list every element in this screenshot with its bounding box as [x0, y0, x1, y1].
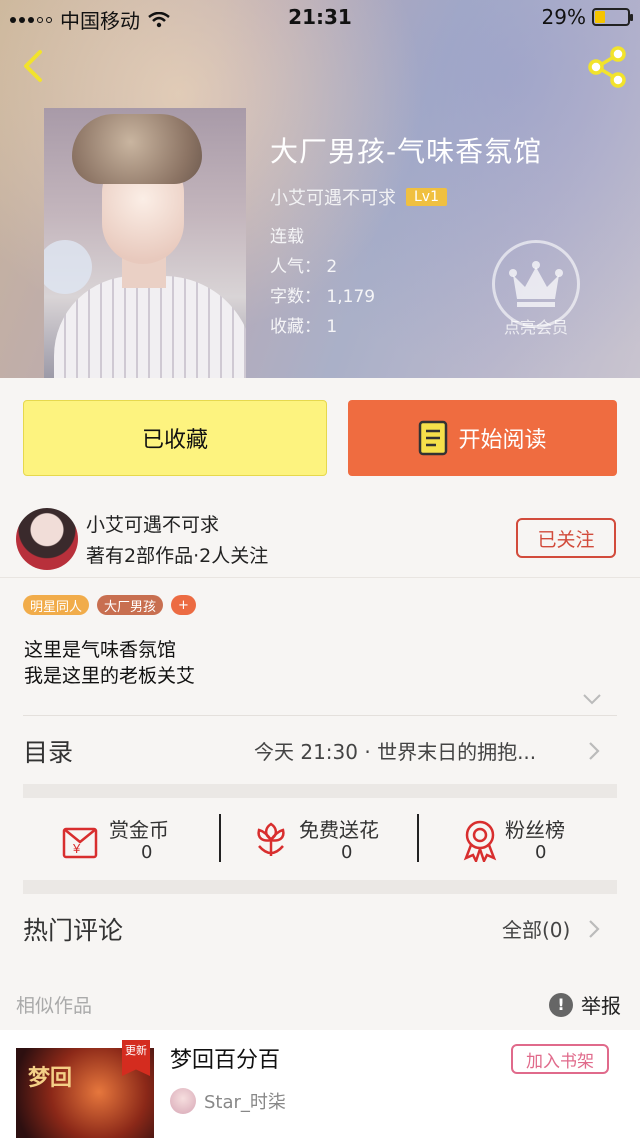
red-envelope-icon: ¥ [62, 827, 98, 859]
divider [417, 814, 419, 862]
send-flowers[interactable]: 免费送花 0 [251, 812, 421, 872]
chevron-down-icon[interactable] [582, 692, 602, 706]
support-stats: ¥ 赏金币 0 免费送花 0 粉丝榜 0 [23, 800, 617, 880]
collected-button[interactable]: 已收藏 [23, 400, 327, 476]
tag-factory-boys[interactable]: 大厂男孩 [97, 595, 164, 615]
toc-label[interactable]: 目录 [23, 733, 73, 769]
book-cover[interactable] [44, 108, 246, 378]
report-label: 举报 [581, 994, 621, 1018]
send-flowers-count: 0 [341, 842, 353, 863]
add-to-shelf-label: 加入书架 [526, 1051, 594, 1072]
similar-book-author[interactable]: Star_时柒 [170, 1088, 286, 1114]
fan-ranking-count: 0 [535, 842, 547, 863]
warning-icon: ! [549, 992, 573, 1017]
report-button[interactable]: ! 举报 [549, 990, 621, 1019]
fan-ranking[interactable]: 粉丝榜 0 [461, 812, 611, 872]
send-flowers-label: 免费送花 [299, 818, 379, 842]
chevron-right-icon[interactable] [587, 918, 601, 940]
avatar [170, 1088, 196, 1114]
hot-comments-label: 热门评论 [23, 916, 124, 945]
reward-coins-count: 0 [141, 842, 153, 863]
avatar[interactable] [16, 508, 78, 570]
followed-button[interactable]: 已关注 [516, 518, 616, 558]
similar-author-name: Star_时柒 [204, 1092, 286, 1113]
reward-coins-label: 赏金币 [109, 818, 169, 842]
add-to-shelf-button[interactable]: 加入书架 [511, 1044, 609, 1074]
all-comments-link[interactable]: 全部(0) [502, 914, 570, 943]
status-bar: 中国移动 21:31 29% [0, 0, 640, 34]
reward-coins[interactable]: ¥ 赏金币 0 [61, 812, 211, 872]
battery-percent: 29% [541, 5, 586, 29]
followed-label: 已关注 [537, 528, 595, 551]
section-separator [23, 880, 617, 894]
cover-title-art: 梦回 [28, 1066, 73, 1091]
fan-ranking-label: 粉丝榜 [505, 818, 565, 842]
book-author[interactable]: 小艾可遇不可求 [270, 184, 396, 210]
add-tag-button[interactable]: + [171, 595, 196, 615]
vip-label: 点亮会员 [503, 318, 568, 337]
flower-icon [257, 822, 285, 856]
similar-book-title[interactable]: 梦回百分百 [170, 1042, 280, 1074]
battery-icon [592, 8, 633, 26]
author-name[interactable]: 小艾可遇不可求 [86, 510, 219, 537]
description-line: 我是这里的老板关艾 [24, 665, 196, 687]
similar-works-label: 相似作品 [16, 995, 93, 1017]
section-separator [23, 784, 617, 798]
description-line: 这里是气味香氛馆 [24, 639, 177, 661]
divider [23, 715, 617, 716]
svg-text:¥: ¥ [72, 841, 81, 856]
book-icon [419, 420, 448, 456]
tag-list: 明星同人 大厂男孩 + [23, 595, 196, 615]
book-title: 大厂男孩-气味香氛馆 [270, 135, 543, 168]
chevron-right-icon[interactable] [587, 740, 601, 762]
tag-star-fanfic[interactable]: 明星同人 [23, 595, 90, 615]
collected-label: 已收藏 [141, 428, 208, 453]
similar-book-item[interactable]: 梦回 更新 梦回百分百 Star_时柒 加入书架 [0, 1030, 640, 1138]
author-works: 著有2部作品·2人关注 [86, 545, 269, 567]
start-reading-button[interactable]: 开始阅读 [348, 400, 617, 476]
book-header: 中国移动 21:31 29% 大厂男孩-气味香氛馆 小艾可遇不可求 Lv1 连载… [0, 0, 640, 378]
medal-icon [463, 820, 497, 862]
share-icon[interactable] [586, 46, 628, 88]
divider [219, 814, 221, 862]
start-reading-label: 开始阅读 [458, 428, 547, 453]
latest-chapter[interactable]: 今天 21:30 · 世界末日的拥抱... [254, 736, 536, 765]
crown-icon [509, 261, 563, 307]
level-badge: Lv1 [406, 188, 447, 206]
chevron-left-icon[interactable] [14, 46, 54, 86]
book-description: 这里是气味香氛馆 我是这里的老板关艾 [24, 637, 195, 689]
author-row[interactable]: 小艾可遇不可求 著有2部作品·2人关注 已关注 [0, 500, 640, 578]
vip-button[interactable]: 点亮会员 [492, 240, 580, 354]
